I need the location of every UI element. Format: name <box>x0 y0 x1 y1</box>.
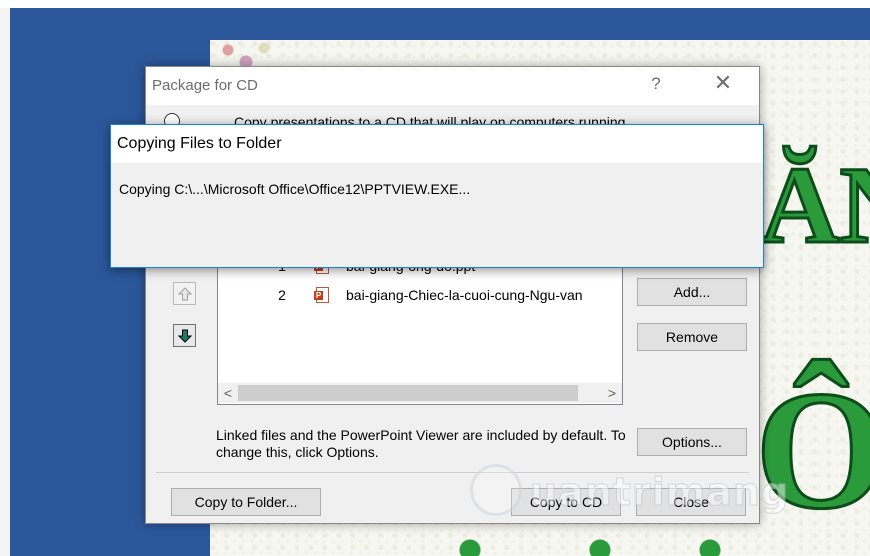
scroll-left-icon[interactable]: < <box>218 383 238 403</box>
scroll-right-icon[interactable]: > <box>602 383 622 403</box>
dialog-title: Package for CD <box>152 77 258 94</box>
scroll-thumb[interactable] <box>238 385 578 401</box>
options-button[interactable]: Options... <box>637 428 747 456</box>
add-button[interactable]: Add... <box>637 278 747 306</box>
move-up-button[interactable] <box>173 282 196 305</box>
move-down-button[interactable] <box>173 324 196 347</box>
file-number: 2 <box>278 287 286 303</box>
arrow-down-icon <box>178 329 192 343</box>
app-left-strip <box>0 8 10 556</box>
watermark: uantrimang <box>470 460 789 530</box>
linked-files-note: Linked files and the PowerPoint Viewer a… <box>216 427 626 460</box>
app-top-strip <box>0 0 870 8</box>
slide-bottom-decoration <box>450 538 750 556</box>
arrow-up-icon <box>178 287 192 301</box>
copy-status-text: Copying C:\...\Microsoft Office\Office12… <box>119 181 471 197</box>
copy-dialog-titlebar: Copying Files to Folder <box>111 125 763 163</box>
help-button[interactable]: ? <box>646 74 666 94</box>
slide-title-fragment: ĂN <box>759 144 870 266</box>
file-name: bai-giang-Chiec-la-cuoi-cung-Ngu-van <box>346 287 583 303</box>
dialog-titlebar: Package for CD ? ✕ <box>146 67 759 105</box>
watermark-text: uantrimang <box>529 470 790 515</box>
watermark-logo-icon <box>470 464 522 516</box>
close-icon[interactable]: ✕ <box>706 70 740 96</box>
copy-to-folder-button[interactable]: Copy to Folder... <box>171 488 321 516</box>
copying-files-dialog: Copying Files to Folder Copying C:\...\M… <box>110 124 764 268</box>
copy-dialog-title: Copying Files to Folder <box>117 135 282 152</box>
screen: ĂN Ôn Package for CD ? ✕ Copy presentati… <box>0 0 870 556</box>
list-item[interactable]: 2 P bai-giang-Chiec-la-cuoi-cung-Ngu-van <box>218 284 622 308</box>
horizontal-scrollbar[interactable]: < > <box>218 383 622 403</box>
ppt-file-icon: P <box>314 287 330 303</box>
files-list[interactable]: 1 P bai-giang-ong-do.ppt 2 P bai-giang-C… <box>217 263 623 405</box>
remove-button[interactable]: Remove <box>637 323 747 351</box>
